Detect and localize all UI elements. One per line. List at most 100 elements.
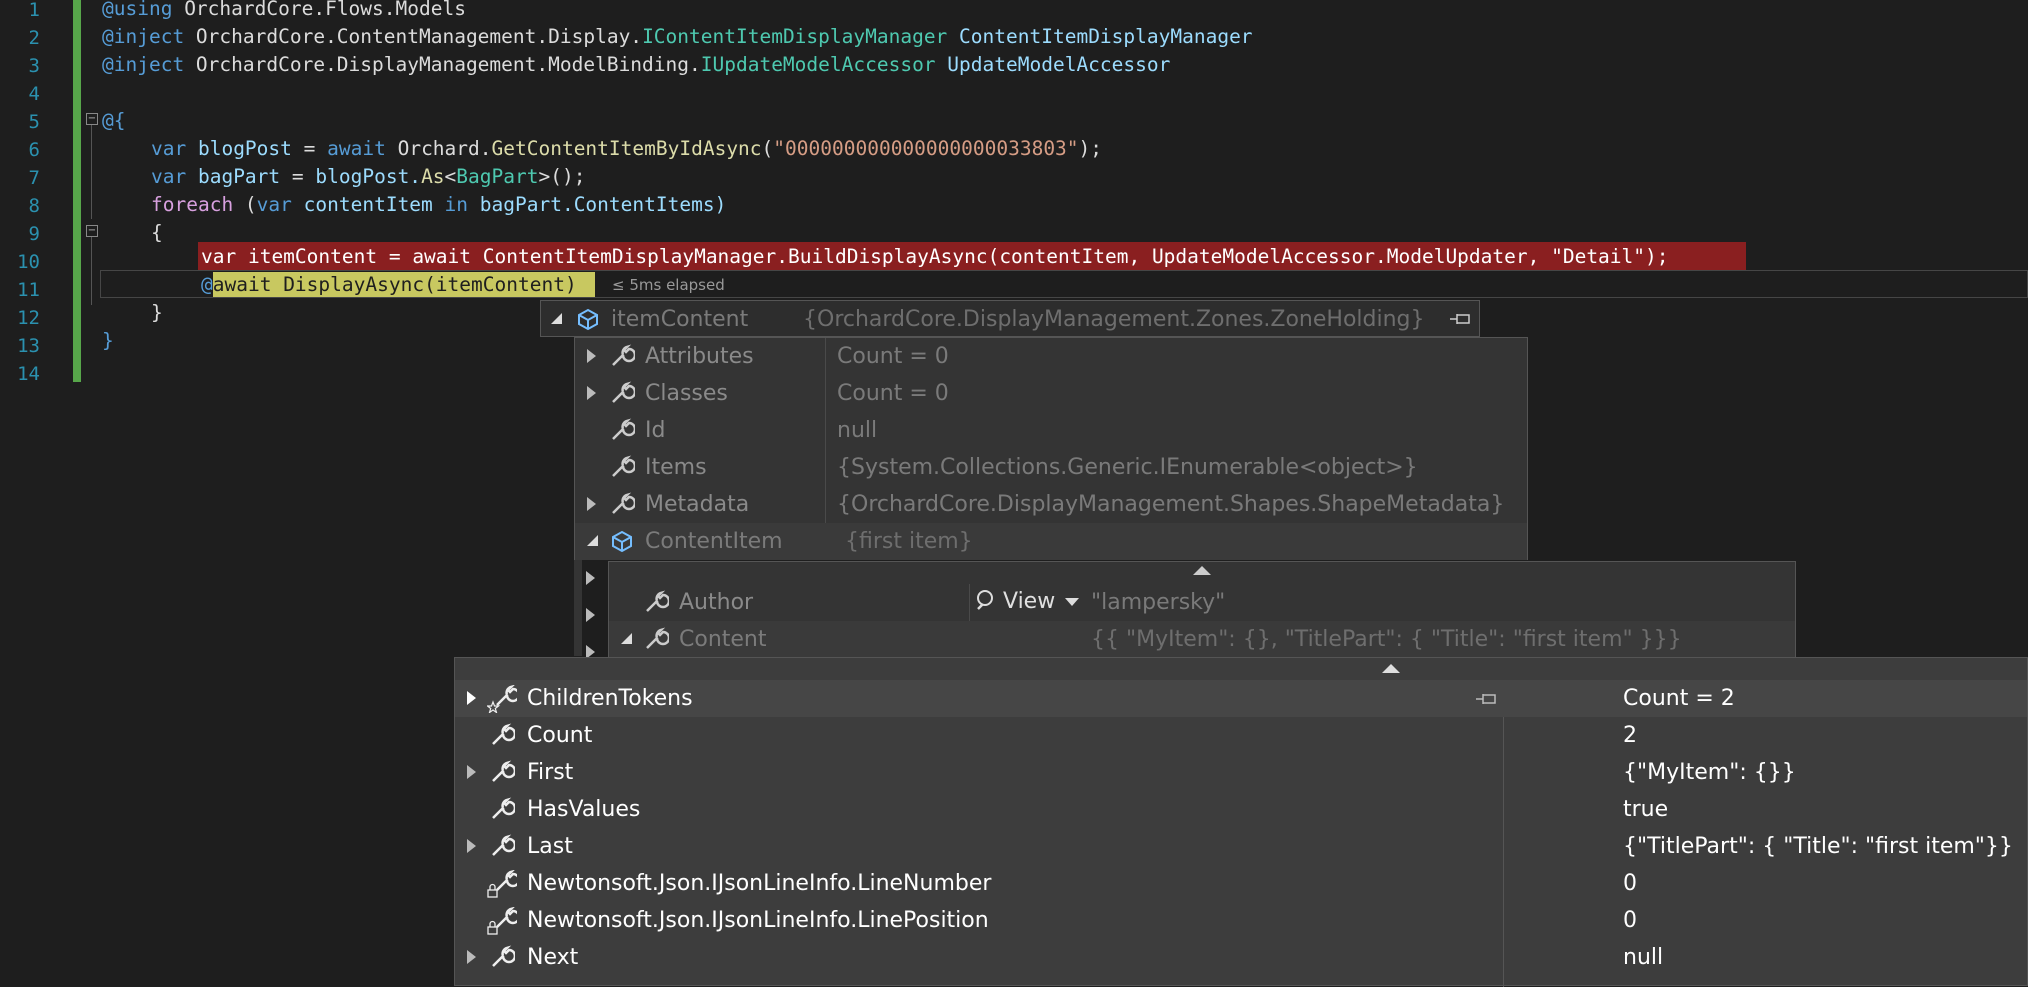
datatip-row[interactable]: Count 2 — [455, 717, 2027, 754]
property-name: Metadata — [645, 492, 750, 517]
property-name: Newtonsoft.Json.IJsonLineInfo.LinePositi… — [527, 908, 989, 933]
datatip-contentitem[interactable]: Author View "lampersky" Content {{ "MyIt… — [608, 561, 1796, 661]
datatip-row[interactable]: Author View "lampersky" — [609, 584, 1795, 621]
datatip-row[interactable]: Attributes Count = 0 — [575, 338, 1527, 375]
property-wrench-icon — [489, 796, 517, 822]
datatip-row[interactable]: Id null — [575, 412, 1527, 449]
private-wrench-icon — [487, 869, 521, 898]
line-number: 10 — [17, 251, 40, 273]
line-number: 4 — [28, 83, 40, 105]
code-line-11: @await DisplayAsync(itemContent) — [201, 273, 577, 296]
scroll-up-icon[interactable] — [1382, 664, 1400, 673]
property-wrench-icon — [609, 380, 637, 406]
property-wrench-icon — [609, 454, 637, 480]
property-name: Count — [527, 723, 593, 748]
property-value: true — [1623, 797, 1669, 822]
property-wrench-icon — [489, 944, 517, 970]
property-value: Count = 0 — [837, 344, 949, 369]
property-value: {System.Collections.Generic.IEnumerable<… — [837, 455, 1418, 480]
property-name: ChildrenTokens — [527, 686, 693, 711]
object-icon — [575, 306, 601, 336]
line-number: 3 — [28, 55, 40, 77]
expand-arrow-icon[interactable] — [586, 571, 595, 585]
datatip-row[interactable]: Metadata {OrchardCore.DisplayManagement.… — [575, 486, 1527, 523]
fold-guide — [91, 237, 92, 305]
expand-arrow-icon[interactable] — [467, 950, 476, 964]
property-value: {"TitlePart": { "Title": "first item"}} — [1623, 834, 2013, 859]
property-name: Attributes — [645, 344, 754, 369]
fold-guide — [91, 125, 92, 219]
expanded-arrow-icon[interactable] — [551, 313, 562, 324]
pin-icon[interactable] — [1475, 691, 1497, 707]
datatip-row-selected[interactable]: ContentItem {first item} — [575, 523, 1527, 560]
collapse-icon[interactable]: − — [86, 225, 98, 237]
expand-arrow-icon[interactable] — [587, 386, 596, 400]
favorite-wrench-icon — [485, 684, 521, 715]
code-line-12: } — [151, 301, 163, 324]
datatip-row[interactable]: HasValues true — [455, 791, 2027, 828]
property-wrench-icon — [643, 589, 671, 615]
expanded-arrow-icon[interactable] — [621, 633, 632, 644]
code-line-13: } — [102, 329, 114, 352]
datatip-row[interactable]: Classes Count = 0 — [575, 375, 1527, 412]
code-line-5: @{ — [102, 109, 126, 132]
property-wrench-icon — [643, 626, 671, 652]
datatip-header[interactable]: itemContent {OrchardCore.DisplayManageme… — [540, 300, 1480, 337]
property-value: {OrchardCore.DisplayManagement.Shapes.Sh… — [837, 492, 1505, 517]
line-number: 9 — [28, 223, 40, 245]
change-indicator-bar — [73, 0, 81, 382]
datatip-row[interactable]: Newtonsoft.Json.IJsonLineInfo.LinePositi… — [455, 902, 2027, 939]
code-line-1: @using OrchardCore.Flows.Models — [102, 0, 466, 20]
property-name: Classes — [645, 381, 728, 406]
expand-arrow-icon[interactable] — [586, 608, 595, 622]
property-value: Count = 2 — [1623, 686, 1735, 711]
datatip-content[interactable]: ChildrenTokens Count = 2 Count 2 First {… — [454, 657, 2028, 987]
expand-arrow-icon[interactable] — [467, 691, 476, 705]
pin-icon[interactable] — [1449, 311, 1471, 327]
property-name: Next — [527, 945, 579, 970]
datatip-row[interactable]: Items {System.Collections.Generic.IEnume… — [575, 449, 1527, 486]
property-name: Author — [679, 590, 754, 615]
line-number: 5 — [28, 111, 40, 133]
property-wrench-icon — [609, 491, 637, 517]
property-value: 2 — [1623, 723, 1637, 748]
datatip-row-selected[interactable]: ChildrenTokens Count = 2 — [455, 680, 2027, 717]
property-value: {first item} — [845, 529, 973, 554]
view-button[interactable]: View — [1003, 589, 1055, 614]
line-number: 14 — [17, 363, 40, 385]
expand-arrow-icon[interactable] — [587, 349, 596, 363]
scroll-up-icon[interactable] — [1193, 566, 1211, 575]
magnifier-icon[interactable] — [975, 588, 999, 612]
property-name: ContentItem — [645, 529, 783, 554]
line-number: 1 — [28, 0, 40, 21]
expand-arrow-icon[interactable] — [467, 839, 476, 853]
object-icon — [609, 528, 635, 558]
datatip-row[interactable]: Next null — [455, 939, 2027, 976]
property-name: Newtonsoft.Json.IJsonLineInfo.LineNumber — [527, 871, 992, 896]
datatip-row-selected[interactable]: Content {{ "MyItem": {}, "TitlePart": { … — [609, 621, 1795, 658]
datatip-row[interactable]: Newtonsoft.Json.IJsonLineInfo.LineNumber… — [455, 865, 2027, 902]
property-name: HasValues — [527, 797, 641, 822]
variable-value: {OrchardCore.DisplayManagement.Zones.Zon… — [803, 307, 1425, 332]
datatip-itemcontent[interactable]: itemContent {OrchardCore.DisplayManageme… — [540, 300, 1528, 560]
datatip-row[interactable]: Last {"TitlePart": { "Title": "first ite… — [455, 828, 2027, 865]
expand-arrow-icon[interactable] — [587, 497, 596, 511]
expanded-arrow-icon[interactable] — [587, 535, 598, 546]
property-name: Items — [645, 455, 707, 480]
property-value: Count = 0 — [837, 381, 949, 406]
line-number: 8 — [28, 195, 40, 217]
line-number: 12 — [17, 307, 40, 329]
property-value: {{ "MyItem": {}, "TitlePart": { "Title":… — [1091, 627, 1682, 652]
code-line-7: var bagPart = blogPost.As<BagPart>(); — [151, 165, 586, 188]
variable-name: itemContent — [611, 307, 749, 332]
property-wrench-icon — [609, 417, 637, 443]
collapse-icon[interactable]: − — [86, 113, 98, 125]
private-wrench-icon — [487, 906, 521, 935]
datatip-row[interactable]: First {"MyItem": {}} — [455, 754, 2027, 791]
datatip-body: Attributes Count = 0 Classes Count = 0 I… — [574, 337, 1528, 560]
expand-arrow-icon[interactable] — [467, 765, 476, 779]
chevron-down-icon[interactable] — [1065, 598, 1079, 606]
tree-gutter — [574, 560, 582, 656]
property-wrench-icon — [489, 759, 517, 785]
line-number: 11 — [17, 279, 40, 301]
